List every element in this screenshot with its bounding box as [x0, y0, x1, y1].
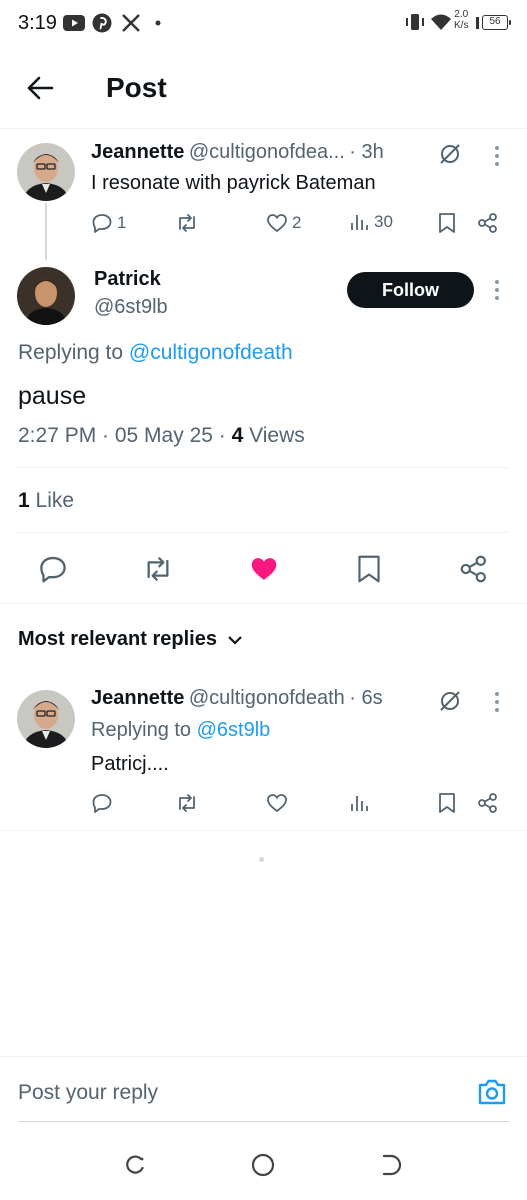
divider [0, 1056, 527, 1057]
loading-indicator [259, 857, 264, 862]
post-timestamp: 2:27 PM · 05 May 25 · [18, 424, 232, 447]
divider [0, 603, 527, 604]
views-count: 30 [374, 212, 393, 231]
post-text: Patricj.... [91, 753, 169, 775]
like-count: 2 [292, 213, 302, 232]
author-name[interactable]: Jeannette [91, 141, 184, 163]
avatar[interactable] [17, 267, 75, 325]
more-options-icon[interactable] [494, 692, 500, 716]
replying-to-label: Replying to [18, 341, 124, 364]
repost-icon[interactable] [142, 554, 174, 584]
views-count: 4 [231, 424, 244, 447]
heart-icon[interactable] [249, 554, 279, 584]
back-icon[interactable] [380, 1153, 404, 1177]
reply-input[interactable]: Post your reply [18, 1081, 158, 1105]
likes-summary[interactable]: 1 Like [18, 489, 74, 513]
post-time: · 3h [349, 141, 384, 163]
likes-count: 1 [18, 489, 30, 512]
author-handle[interactable]: @6st9lb [94, 296, 168, 319]
bookmark-icon[interactable] [438, 792, 456, 814]
x-icon [121, 13, 141, 33]
share-icon[interactable] [459, 554, 489, 584]
heart-icon [266, 212, 288, 234]
reply-count: 1 [117, 213, 127, 232]
vibrate-icon [404, 12, 426, 32]
network-speed: 2.0 K/s [454, 9, 468, 31]
replies-sort-dropdown[interactable]: Most relevant replies [18, 628, 243, 651]
reply-button[interactable]: 1 [91, 212, 126, 234]
signal-icon [476, 17, 480, 29]
thread-line [45, 203, 47, 260]
network-speed-unit: K/s [454, 20, 469, 31]
author-handle[interactable]: @cultigonofdeath [189, 687, 345, 709]
divider [18, 1121, 509, 1122]
camera-icon[interactable] [477, 1078, 507, 1106]
follow-button[interactable]: Follow [347, 272, 474, 308]
avatar[interactable] [17, 143, 75, 201]
replying-to-handle[interactable]: @cultigonofdeath [129, 341, 293, 364]
pinterest-icon [92, 13, 112, 33]
chevron-down-icon [227, 634, 243, 646]
reply-icon[interactable] [38, 554, 68, 584]
replying-to-label: Replying to [91, 719, 192, 741]
replying-to-handle[interactable]: @6st9lb [197, 719, 271, 741]
reply-header: Jeannette @cultigonofdeath · 6s [91, 687, 431, 710]
author-name[interactable]: Patrick [94, 268, 161, 291]
status-bar: 3:19 2.0 K/s 56 [0, 0, 527, 48]
reply-icon [91, 212, 113, 234]
back-arrow-icon[interactable] [26, 75, 54, 101]
bookmark-icon[interactable] [356, 554, 382, 584]
dot-icon [155, 20, 161, 26]
wifi-icon [430, 12, 452, 32]
bookmark-icon[interactable] [438, 212, 456, 234]
avatar[interactable] [17, 690, 75, 748]
youtube-icon [63, 15, 85, 31]
grok-icon[interactable] [438, 689, 462, 713]
post-text: I resonate with payrick Bateman [91, 172, 376, 194]
battery-icon: 56 [482, 15, 511, 30]
more-options-icon[interactable] [494, 280, 500, 304]
more-options-icon[interactable] [494, 146, 500, 170]
post-metadata: 2:27 PM · 05 May 25 · 4 Views [18, 424, 305, 448]
status-time: 3:19 [18, 12, 57, 34]
share-icon[interactable] [477, 212, 499, 234]
likes-label: Like [29, 489, 75, 512]
heart-icon[interactable] [266, 792, 288, 814]
views-button[interactable]: 30 [350, 212, 393, 232]
views-icon [350, 212, 370, 232]
post-text: pause [18, 382, 87, 410]
author-name[interactable]: Jeannette [91, 687, 184, 709]
views-label: Views [243, 424, 305, 447]
replying-to: Replying to @6st9lb [91, 719, 270, 742]
home-icon[interactable] [251, 1153, 275, 1177]
page-title: Post [106, 72, 167, 103]
network-speed-value: 2.0 [454, 9, 469, 20]
repost-button[interactable] [175, 212, 199, 234]
divider [18, 467, 509, 468]
like-button[interactable]: 2 [266, 212, 301, 234]
divider [0, 830, 527, 831]
share-icon[interactable] [477, 792, 499, 814]
grok-icon[interactable] [438, 142, 462, 166]
divider [18, 532, 509, 533]
repost-icon[interactable] [175, 792, 199, 814]
post-time: · 6s [349, 687, 383, 709]
reply-icon[interactable] [91, 792, 113, 814]
repost-icon [175, 212, 199, 234]
author-handle[interactable]: @cultigonofdea... [189, 141, 345, 163]
replies-sort-label: Most relevant replies [18, 628, 217, 650]
replying-to: Replying to @cultigonofdeath [18, 341, 293, 365]
recent-apps-icon[interactable] [123, 1153, 147, 1177]
header-divider [0, 128, 527, 129]
parent-post-header: Jeannette @cultigonofdea... · 3h [91, 141, 431, 164]
views-icon[interactable] [350, 793, 370, 813]
